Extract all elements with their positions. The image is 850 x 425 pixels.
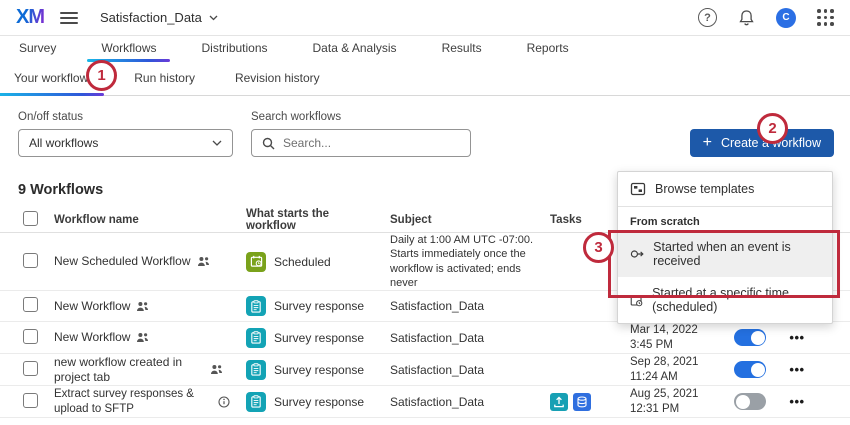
subtab-revision-history[interactable]: Revision history [221,63,334,95]
templates-icon [630,181,646,197]
row-checkbox[interactable] [23,329,38,344]
row-checkbox[interactable] [23,253,38,268]
trigger-label: Survey response [274,363,364,377]
survey-response-badge-icon [246,296,266,316]
workflow-name[interactable]: New Scheduled Workflow [54,254,191,269]
menu-section-from-scratch: From scratch [618,207,832,231]
trigger-label: Scheduled [274,255,331,269]
row-menu-button[interactable]: ••• [789,330,804,345]
workflow-subject: Daily at 1:00 AM UTC -07:00. Starts imme… [390,233,550,290]
project-switcher[interactable]: Satisfaction_Data [100,10,218,25]
table-row: Extract survey responses & upload to SFT… [0,386,850,418]
col-workflow-name: Workflow name [54,214,246,226]
workflow-subject: Satisfaction_Data [390,331,550,345]
app-grid-icon[interactable] [817,9,834,26]
col-subject: Subject [390,214,550,226]
trigger-label: Survey response [274,331,364,345]
workflow-name[interactable]: New Workflow [54,330,130,345]
survey-response-badge-icon [246,360,266,380]
row-menu-button[interactable]: ••• [789,362,804,377]
last-modified: Sep 28, 2021 11:24 AM [630,355,726,385]
workflow-toggle[interactable] [734,393,766,410]
annotation-highlight-box [608,230,840,298]
plus-icon: + [703,135,712,151]
last-modified: Mar 14, 2022 3:45 PM [630,323,726,353]
search-icon [262,137,275,150]
workflow-toggle[interactable] [734,361,766,378]
annotation-step-3: 3 [583,232,614,263]
status-filter-select[interactable]: All workflows [18,129,233,157]
menu-item-browse-templates[interactable]: Browse templates [618,172,832,206]
row-checkbox[interactable] [23,297,38,312]
collaborators-icon [136,301,149,312]
workflow-toggle[interactable] [734,329,766,346]
chevron-down-icon [212,140,222,147]
trigger-label: Survey response [274,395,364,409]
tab-results[interactable]: Results [426,36,498,62]
collaborators-icon [136,332,149,343]
table-row: new workflow created in project tab Surv… [0,354,850,386]
annotation-step-2: 2 [757,113,788,144]
tab-survey[interactable]: Survey [3,36,72,62]
user-avatar[interactable]: C [776,8,796,28]
row-checkbox[interactable] [23,393,38,408]
main-nav: Survey Workflows Distributions Data & An… [0,36,850,63]
hamburger-menu-icon[interactable] [60,12,78,24]
row-checkbox[interactable] [23,361,38,376]
filters-row: On/off status All workflows Search workf… [18,111,834,157]
database-task-icon[interactable] [573,393,591,411]
scheduled-badge-icon [246,252,266,272]
status-filter-value: All workflows [29,136,98,150]
xm-logo: XM [16,6,44,29]
table-row: New Workflow Survey response Satisfactio… [0,322,850,354]
chevron-down-icon [209,15,218,21]
workflow-subject: Satisfaction_Data [390,395,550,409]
tab-data-analysis[interactable]: Data & Analysis [297,36,413,62]
workflow-name[interactable]: New Workflow [54,299,130,314]
survey-response-badge-icon [246,392,266,412]
annotation-step-1: 1 [86,60,117,91]
col-trigger: What starts the workflow [246,208,390,232]
project-title: Satisfaction_Data [100,10,202,25]
tab-workflows[interactable]: Workflows [85,36,172,62]
tab-reports[interactable]: Reports [511,36,585,62]
upload-task-icon[interactable] [550,393,568,411]
collaborators-icon [210,364,223,375]
top-bar: XM Satisfaction_Data ? C [0,0,850,36]
search-input[interactable]: Search... [251,129,471,157]
workflow-name[interactable]: Extract survey responses & upload to SFT… [54,387,212,416]
help-icon[interactable]: ? [698,8,717,27]
workflow-subject: Satisfaction_Data [390,363,550,377]
tab-distributions[interactable]: Distributions [185,36,283,62]
row-menu-button[interactable]: ••• [789,394,804,409]
workflow-name[interactable]: new workflow created in project tab [54,355,204,385]
notifications-bell-icon[interactable] [738,9,755,27]
select-all-checkbox[interactable] [23,211,38,226]
last-modified: Aug 25, 2021 12:31 PM [630,387,726,417]
workflow-subject: Satisfaction_Data [390,299,550,313]
search-workflows-label: Search workflows [251,111,471,123]
collaborators-icon [197,256,210,267]
search-placeholder: Search... [283,136,331,150]
survey-response-badge-icon [246,328,266,348]
status-filter-label: On/off status [18,111,233,123]
subtab-run-history[interactable]: Run history [120,63,209,95]
trigger-label: Survey response [274,299,364,313]
workflows-subnav: Your workflows Run history Revision hist… [0,63,850,96]
info-icon[interactable] [218,396,230,408]
